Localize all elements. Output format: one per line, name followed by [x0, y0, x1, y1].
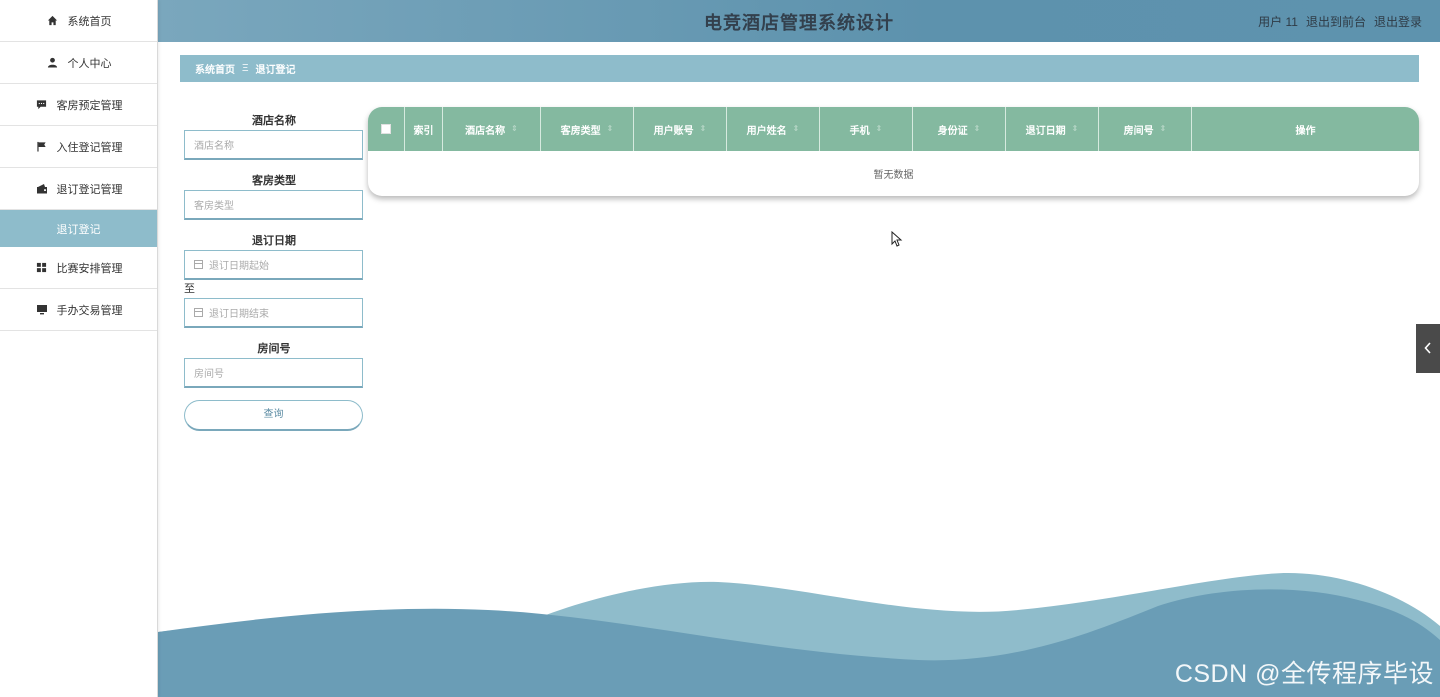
date-start-placeholder: 退订日期起始 — [209, 261, 269, 272]
column-header-username[interactable]: 用户姓名 ⇕ — [727, 107, 820, 151]
empty-state: 暂无数据 — [873, 170, 914, 181]
breadcrumb-current: 退订登记 — [255, 65, 296, 76]
sort-icon[interactable]: ⇕ — [700, 125, 707, 133]
comment-icon — [35, 98, 49, 112]
sidebar-item-label: 系统首页 — [67, 15, 112, 28]
room-type-label: 客房类型 — [252, 175, 296, 187]
sidebar-item-label: 手办交易管理 — [56, 304, 123, 317]
sidebar-item-checkin[interactable]: 入住登记管理 — [0, 126, 157, 168]
column-label: 客房类型 — [560, 125, 601, 137]
column-label: 用户姓名 — [746, 125, 787, 137]
column-header-phone[interactable]: 手机 ⇕ — [820, 107, 913, 151]
chevron-left-icon — [1424, 341, 1432, 357]
breadcrumb-home[interactable]: 系统首页 — [195, 61, 235, 76]
sort-icon[interactable]: ⇕ — [876, 125, 883, 133]
sort-icon[interactable]: ⇕ — [974, 125, 981, 133]
sidebar-item-label: 比赛安排管理 — [56, 262, 123, 275]
sidebar-item-label: 客房预定管理 — [56, 99, 123, 112]
column-header-room-type[interactable]: 客房类型 ⇕ — [541, 107, 634, 151]
sidebar-item-label: 入住登记管理 — [56, 141, 123, 154]
sidebar-item-cancel-manage[interactable]: 退订登记管理 — [0, 168, 157, 210]
sort-icon[interactable]: ⇕ — [511, 125, 518, 133]
calendar-icon — [194, 308, 203, 317]
column-header-account[interactable]: 用户账号 ⇕ — [634, 107, 727, 151]
sidebar-item-label: 个人中心 — [67, 57, 112, 70]
sort-icon[interactable]: ⇕ — [607, 125, 614, 133]
hotel-name-input[interactable]: 酒店名称 — [184, 130, 363, 160]
sidebar-item-label: 退订登记 — [56, 223, 101, 236]
column-label: 退订日期 — [1025, 125, 1066, 137]
column-header-hotel[interactable]: 酒店名称 ⇕ — [443, 107, 541, 151]
hotel-name-placeholder: 酒店名称 — [194, 141, 234, 152]
user-area: 用户 11 退出到前台 退出登录 — [1258, 13, 1422, 30]
user-icon — [46, 56, 60, 70]
search-form: 酒店名称 酒店名称 客房类型 客房类型 退订日期 退订日期起始 至 退订日期结束… — [184, 112, 364, 431]
hotel-name-label: 酒店名称 — [252, 115, 296, 127]
home-icon — [46, 14, 60, 28]
column-header-cancel-date[interactable]: 退订日期 ⇕ — [1006, 107, 1099, 151]
column-label: 手机 — [849, 125, 870, 137]
table-header: 索引 酒店名称 ⇕ 客房类型 ⇕ 用户账号 ⇕ 用户姓名 ⇕ 手机 ⇕ 身份证 … — [368, 107, 1419, 151]
breadcrumb: 系统首页 Ξ 退订登记 — [180, 55, 1419, 82]
wallet-icon — [35, 182, 49, 196]
search-button[interactable]: 查询 — [184, 400, 363, 431]
room-no-placeholder: 房间号 — [194, 369, 224, 380]
sidebar: 系统首页 个人中心 客房预定管理 入住登记管理 退订登记管理 退订登记 比赛安排… — [0, 0, 158, 697]
column-label: 房间号 — [1123, 125, 1154, 137]
room-type-placeholder: 客房类型 — [194, 201, 234, 212]
date-end-placeholder: 退订日期结束 — [209, 309, 269, 320]
room-type-input[interactable]: 客房类型 — [184, 190, 363, 220]
sort-icon[interactable]: ⇕ — [1160, 125, 1167, 133]
column-header-id-card[interactable]: 身份证 ⇕ — [913, 107, 1006, 151]
column-label: 用户账号 — [653, 125, 694, 137]
column-label: 索引 — [413, 125, 434, 137]
date-range-separator: 至 — [184, 283, 195, 295]
sidebar-item-match[interactable]: 比赛安排管理 — [0, 247, 157, 289]
date-start-input[interactable]: 退订日期起始 — [184, 250, 363, 280]
select-all-cell — [368, 107, 405, 151]
cancel-date-label: 退订日期 — [252, 235, 296, 247]
sidebar-subitem-cancel[interactable]: 退订登记 — [0, 210, 157, 247]
column-label: 身份证 — [937, 125, 968, 137]
calendar-icon — [194, 260, 203, 269]
sidebar-item-profile[interactable]: 个人中心 — [0, 42, 157, 84]
sidebar-item-label: 退订登记管理 — [56, 183, 123, 196]
column-header-index: 索引 — [405, 107, 443, 151]
grid-icon — [35, 261, 49, 275]
user-label: 用户 11 — [1258, 15, 1298, 29]
to-front-link[interactable]: 退出到前台 — [1306, 13, 1366, 30]
room-no-input[interactable]: 房间号 — [184, 358, 363, 388]
column-header-room-no[interactable]: 房间号 ⇕ — [1099, 107, 1192, 151]
breadcrumb-separator: Ξ — [242, 63, 249, 74]
sidebar-item-home[interactable]: 系统首页 — [0, 0, 157, 42]
monitor-icon — [35, 303, 49, 317]
watermark: CSDN @全传程序毕设 — [1174, 660, 1434, 688]
logout-link[interactable]: 退出登录 — [1374, 13, 1422, 30]
data-table: 索引 酒店名称 ⇕ 客房类型 ⇕ 用户账号 ⇕ 用户姓名 ⇕ 手机 ⇕ 身份证 … — [368, 107, 1419, 196]
column-label: 操作 — [1295, 125, 1316, 137]
top-header: 电竞酒店管理系统设计 用户 11 退出到前台 退出登录 — [158, 0, 1440, 42]
column-label: 酒店名称 — [465, 125, 506, 137]
mouse-cursor-icon — [891, 230, 903, 252]
sidebar-item-figure-trade[interactable]: 手办交易管理 — [0, 289, 157, 331]
date-end-input[interactable]: 退订日期结束 — [184, 298, 363, 328]
flag-icon — [35, 140, 49, 154]
room-no-label: 房间号 — [257, 343, 291, 355]
select-all-checkbox[interactable] — [381, 124, 391, 134]
column-header-actions: 操作 — [1192, 107, 1419, 151]
sidebar-item-room-booking[interactable]: 客房预定管理 — [0, 84, 157, 126]
collapse-handle[interactable] — [1416, 324, 1440, 373]
sort-icon[interactable]: ⇕ — [793, 125, 800, 133]
page-title: 电竞酒店管理系统设计 — [704, 13, 894, 33]
sort-icon[interactable]: ⇕ — [1072, 125, 1079, 133]
